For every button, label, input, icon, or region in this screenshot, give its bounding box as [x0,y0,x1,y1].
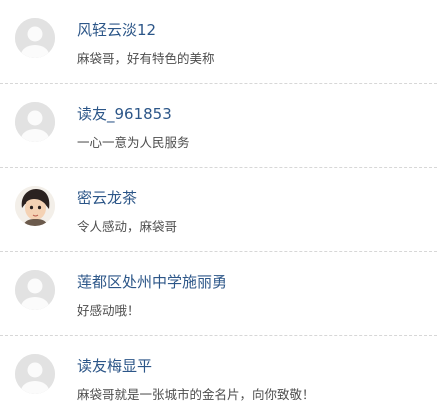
comment-item: 风轻云淡12 麻袋哥，好有特色的美称 [0,0,437,84]
comment-list: 风轻云淡12 麻袋哥，好有特色的美称 读友_961853 一心一意为人民服务 密… [0,0,437,408]
comment-username[interactable]: 读友梅显平 [77,357,152,375]
comment-text: 麻袋哥就是一张城市的金名片，向你致敬！ [77,387,315,402]
comment-item: 读友_961853 一心一意为人民服务 [0,84,437,168]
default-avatar-icon[interactable] [15,354,55,394]
comment-username[interactable]: 密云龙茶 [77,189,137,207]
comment-text: 麻袋哥，好有特色的美称 [77,51,215,66]
default-avatar-icon[interactable] [15,18,55,58]
comment-username[interactable]: 风轻云淡12 [77,21,156,39]
comment-item: 读友梅显平 麻袋哥就是一张城市的金名片，向你致敬！ [0,336,437,408]
default-avatar-icon[interactable] [15,102,55,142]
comment-text: 一心一意为人民服务 [77,135,190,150]
comment-item: 莲都区处州中学施丽勇 好感动哦！ [0,252,437,336]
comment-username[interactable]: 莲都区处州中学施丽勇 [77,273,227,291]
default-avatar-icon[interactable] [15,270,55,310]
cartoon-person-avatar[interactable] [15,186,55,226]
comment-item: 密云龙茶 令人感动，麻袋哥 [0,168,437,252]
comment-username[interactable]: 读友_961853 [77,105,172,123]
comment-text: 好感动哦！ [77,303,140,318]
comment-text: 令人感动，麻袋哥 [77,219,178,234]
